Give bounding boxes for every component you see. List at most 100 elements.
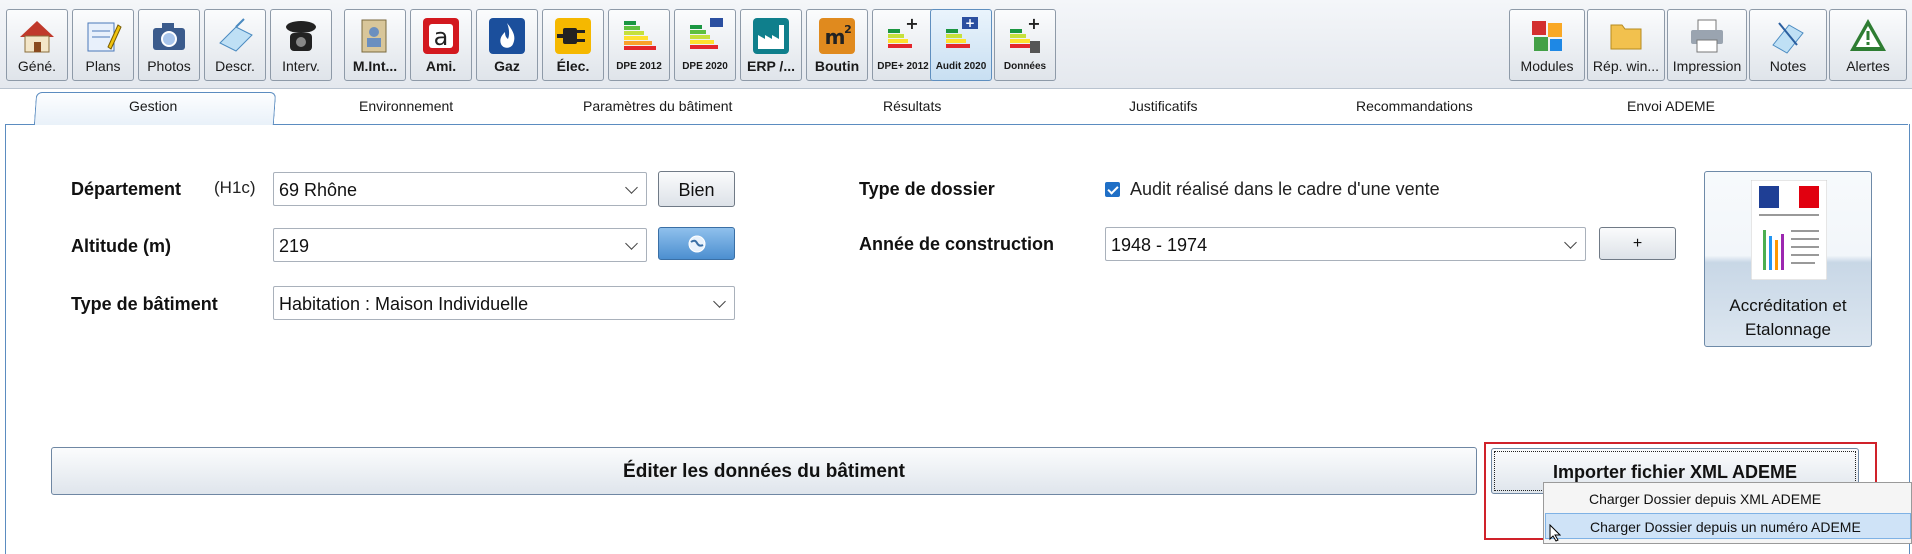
puzzle-icon — [1532, 21, 1562, 51]
general-button[interactable]: Géné. — [6, 9, 68, 81]
mint-button[interactable]: M.Int... — [344, 9, 406, 81]
notes-button[interactable]: Notes — [1749, 9, 1827, 81]
departement-value: 69 Rhône — [279, 180, 358, 200]
boutin-label: Boutin — [814, 58, 860, 74]
vente-checkbox[interactable] — [1105, 182, 1120, 197]
dpeplus2012-label: DPE+ 2012 — [877, 61, 929, 72]
modules-label: Modules — [1520, 58, 1574, 74]
bien-button[interactable]: Bien — [658, 171, 735, 207]
erp-button[interactable]: ERP /... — [740, 9, 802, 81]
house-icon — [20, 21, 54, 53]
photos-button[interactable]: Photos — [138, 9, 200, 81]
type-batiment-select[interactable]: Habitation : Maison Individuelle — [273, 286, 735, 320]
asbestos-a-icon: a — [423, 18, 459, 54]
menu-item-load-xml-label: Charger Dossier depuis XML ADEME — [1589, 491, 1822, 507]
tab-justificatifs[interactable]: Justificatifs — [1129, 98, 1197, 114]
globe-icon — [688, 235, 705, 253]
climate-zone-label: (H1c) — [214, 178, 256, 197]
dpe2020-button[interactable]: DPE 2020 — [674, 9, 736, 81]
import-context-menu: Charger Dossier depuis XML ADEME Charger… — [1543, 482, 1912, 544]
donnees-label: Données — [1003, 61, 1047, 72]
impression-label: Impression — [1672, 58, 1742, 74]
departement-label: Département — [71, 179, 182, 199]
tab-recommandations[interactable]: Recommandations — [1356, 98, 1473, 114]
add-periode-button[interactable]: + — [1599, 227, 1676, 260]
rep-win-label: Rép. win... — [1592, 58, 1660, 74]
ministry-logo-icon — [1751, 180, 1827, 280]
elec-button[interactable]: Élec. — [542, 9, 604, 81]
electric-plug-icon — [555, 18, 591, 54]
altitude-value: 219 — [279, 236, 310, 256]
intervention-label: Interv. — [282, 58, 320, 74]
gaz-button[interactable]: Gaz — [476, 9, 538, 81]
erp-label: ERP /... — [747, 58, 795, 74]
edit-building-label: Éditer les données du bâtiment — [623, 461, 905, 482]
amiante-label: Ami. — [425, 58, 457, 74]
alert-triangle-icon — [1850, 19, 1886, 51]
svg-text:2: 2 — [844, 23, 852, 36]
globe-button[interactable] — [658, 227, 735, 260]
tab-envoi-ademe[interactable]: Envoi ADEME — [1627, 98, 1715, 114]
audit2020-button[interactable]: + Audit 2020 — [930, 9, 992, 81]
import-xml-label: Importer fichier XML ADEME — [1552, 462, 1798, 482]
chevron-down-icon — [625, 181, 638, 194]
general-label: Géné. — [17, 58, 57, 74]
tab-resultats[interactable]: Résultats — [883, 98, 941, 114]
audit2020-label: Audit 2020 — [935, 61, 987, 72]
annee-construction-label: Année de construction — [859, 234, 1055, 254]
tab-bar: Gestion Environnement Paramètres du bâti… — [5, 88, 1908, 125]
plans-button[interactable]: Plans — [72, 9, 134, 81]
bien-button-label: Bien — [678, 180, 715, 200]
chevron-down-icon — [1564, 236, 1577, 249]
alertes-label: Alertes — [1846, 58, 1890, 74]
alertes-button[interactable]: Alertes — [1829, 9, 1907, 81]
altitude-select[interactable]: 219 — [273, 228, 647, 262]
type-batiment-value: Habitation : Maison Individuelle — [279, 294, 529, 314]
energy-label-data-icon: + — [1010, 15, 1041, 53]
accreditation-label-line1: Accréditation et — [1729, 296, 1847, 315]
chevron-down-icon — [713, 295, 726, 308]
chevron-down-icon — [625, 237, 638, 250]
altitude-label: Altitude (m) — [71, 236, 171, 256]
menu-item-load-numero[interactable]: Charger Dossier depuis un numéro ADEME — [1545, 513, 1911, 539]
rep-win-button[interactable]: Rép. win... — [1587, 9, 1665, 81]
type-dossier-label: Type de dossier — [859, 179, 995, 199]
description-icon — [219, 18, 253, 52]
edit-building-button[interactable]: Éditer les données du bâtiment — [51, 447, 1477, 495]
folder-icon — [1610, 24, 1642, 50]
svg-text:m: m — [825, 25, 846, 49]
dpe2012-label: DPE 2012 — [616, 61, 662, 72]
dpeplus2012-button[interactable]: + DPE+ 2012 — [872, 9, 934, 81]
notes-icon — [1772, 22, 1804, 54]
accreditation-button[interactable]: Accréditation et Etalonnage — [1704, 171, 1872, 347]
plans-label: Plans — [85, 58, 121, 74]
amiante-button[interactable]: a Ami. — [410, 9, 472, 81]
dpe2020-label: DPE 2020 — [682, 61, 728, 72]
energy-label-eu-icon — [690, 18, 723, 49]
modules-button[interactable]: Modules — [1509, 9, 1585, 81]
tab-environnement[interactable]: Environnement — [359, 98, 453, 114]
menu-item-load-numero-label: Charger Dossier depuis un numéro ADEME — [1590, 519, 1861, 535]
energy-label-icon — [624, 21, 656, 50]
document-person-icon — [361, 19, 387, 53]
main-toolbar: Géné. Plans Photos Descr. Interv. M.Int.… — [0, 0, 1912, 89]
dpe2012-button[interactable]: DPE 2012 — [608, 9, 670, 81]
boutin-button[interactable]: m2 Boutin — [806, 9, 868, 81]
donnees-button[interactable]: + Données — [994, 9, 1056, 81]
camera-icon — [153, 23, 185, 50]
annee-construction-select[interactable]: 1948 - 1974 — [1105, 227, 1586, 261]
menu-item-load-xml[interactable]: Charger Dossier depuis XML ADEME — [1545, 486, 1911, 512]
mouse-cursor-icon — [1549, 524, 1561, 542]
plans-pencil-icon — [87, 22, 122, 52]
svg-text:+: + — [965, 16, 975, 30]
tab-gestion[interactable]: Gestion — [129, 98, 177, 114]
description-button[interactable]: Descr. — [204, 9, 266, 81]
energy-label-plus-icon: + — [888, 15, 919, 48]
svg-text:a: a — [434, 23, 449, 51]
tab-parametres-batiment[interactable]: Paramètres du bâtiment — [583, 98, 732, 114]
intervention-button[interactable]: Interv. — [270, 9, 332, 81]
departement-select[interactable]: 69 Rhône — [273, 172, 647, 206]
notes-label: Notes — [1769, 58, 1807, 74]
factory-icon — [753, 18, 789, 54]
impression-button[interactable]: Impression — [1667, 9, 1747, 81]
